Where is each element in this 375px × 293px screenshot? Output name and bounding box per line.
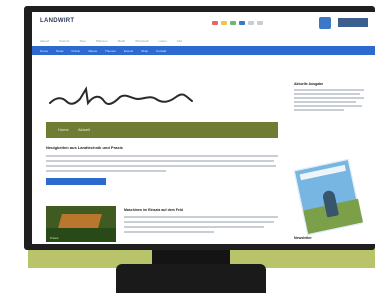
breadcrumb-item[interactable]: Aktuell: [78, 127, 90, 132]
text-line: [294, 97, 364, 99]
text-line: [124, 226, 264, 228]
brand-signature: [46, 85, 196, 109]
subnav-item[interactable]: Pflanzen: [96, 39, 108, 43]
thumb-machine: [58, 214, 102, 228]
header-link[interactable]: [257, 21, 263, 25]
subnav-item[interactable]: Abo: [177, 39, 182, 43]
subnav-item[interactable]: Wirtschaft: [135, 39, 148, 43]
text-line: [46, 170, 166, 172]
secondary-nav: Aktuell Technik Tiere Pflanzen Markt Wir…: [32, 36, 375, 46]
magazine-cover[interactable]: [293, 158, 364, 236]
subnav-item[interactable]: Tiere: [79, 39, 86, 43]
nav-item[interactable]: Home: [40, 49, 48, 53]
nav-item[interactable]: Themen: [105, 49, 116, 53]
text-line: [294, 93, 360, 95]
breadcrumb-item[interactable]: Home: [58, 127, 69, 132]
text-line: [294, 89, 364, 91]
account-button[interactable]: [319, 17, 331, 29]
nav-item[interactable]: Events: [124, 49, 133, 53]
site-header: LANDWIRT: [32, 12, 375, 36]
header-link[interactable]: [221, 21, 227, 25]
header-link[interactable]: [248, 21, 254, 25]
sidebar-bottom-title: Newsletter: [294, 236, 312, 240]
header-links: [212, 21, 263, 25]
signature-graphic: [49, 86, 193, 106]
read-more-button[interactable]: [46, 178, 106, 185]
subnav-item[interactable]: Markt: [118, 39, 126, 43]
nav-item[interactable]: News: [56, 49, 64, 53]
text-line: [46, 160, 274, 162]
breadcrumb-bar: Home Aktuell: [46, 122, 278, 138]
text-line: [46, 165, 276, 167]
nav-item[interactable]: Shop: [141, 49, 148, 53]
text-line: [294, 109, 344, 111]
monitor-screen: LANDWIRT Aktuell Technik Tiere Pflanzen: [32, 12, 375, 244]
sidebar: Aktuelle Ausgabe: [294, 82, 366, 113]
nav-item[interactable]: Videos: [88, 49, 97, 53]
header-link[interactable]: [230, 21, 236, 25]
text-line: [124, 216, 278, 218]
text-line: [294, 101, 356, 103]
monitor-stand-base: [116, 264, 266, 293]
nav-item[interactable]: Kontakt: [156, 49, 166, 53]
main-nav: Home News Praxis Videos Themen Events Sh…: [32, 46, 375, 55]
header-link[interactable]: [239, 21, 245, 25]
text-line: [124, 221, 274, 223]
magazine-masthead: [299, 164, 346, 181]
text-line: [294, 105, 362, 107]
text-line: [124, 231, 214, 233]
second-article-excerpt: [124, 216, 278, 236]
subnav-item[interactable]: Leben: [158, 39, 166, 43]
monitor: LANDWIRT Aktuell Technik Tiere Pflanzen: [24, 6, 375, 250]
thumb-caption: Praxis: [50, 236, 59, 240]
article-excerpt: [46, 155, 278, 175]
article-title[interactable]: Neuigkeiten aus Landtechnik und Praxis: [46, 145, 276, 150]
header-link[interactable]: [212, 21, 218, 25]
stage: LANDWIRT Aktuell Technik Tiere Pflanzen: [0, 0, 375, 293]
subnav-item[interactable]: Aktuell: [40, 39, 49, 43]
subnav-item[interactable]: Technik: [59, 39, 69, 43]
second-article-title[interactable]: Maschinen im Einsatz auf dem Feld: [124, 208, 274, 212]
article-thumbnail[interactable]: Praxis: [46, 206, 116, 242]
site-logo[interactable]: LANDWIRT: [40, 18, 74, 24]
sidebar-title: Aktuelle Ausgabe: [294, 82, 324, 86]
text-line: [46, 155, 278, 157]
search-button[interactable]: [338, 18, 368, 27]
nav-item[interactable]: Praxis: [72, 49, 80, 53]
